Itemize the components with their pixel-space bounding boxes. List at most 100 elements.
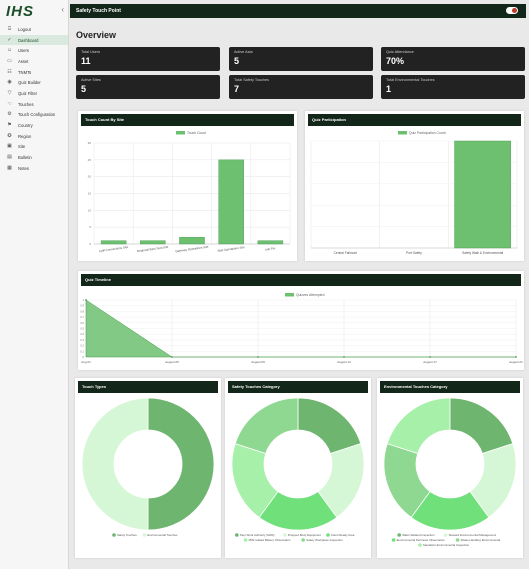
site-icon: ▣ [7, 143, 12, 150]
page-title: Overview [76, 30, 117, 40]
sidebar-item-label: Touch Configuration [18, 112, 56, 118]
sidebar-item-region[interactable]: ✪ Region [0, 131, 68, 142]
safety-category-chart-panel: Safety Touches Category Stop Work Author… [225, 378, 371, 558]
stat-value: 5 [81, 84, 87, 94]
bar [257, 240, 284, 245]
legend-swatch [391, 538, 396, 542]
y-tick-label: 20 [88, 175, 92, 179]
bar [179, 237, 205, 245]
sidebar-item-touch-configuration[interactable]: ⚙ Touch Configuration [0, 110, 68, 121]
app-title: Safety Touch Point [76, 8, 121, 14]
chevron-left-icon[interactable]: ‹ [61, 5, 64, 14]
stat-card: Active Sites 5 [76, 75, 220, 99]
y-tick-label: 25 [88, 158, 92, 162]
y-tick-label: 0.3 [80, 338, 84, 342]
legend-swatch [397, 533, 401, 537]
legend-swatch [326, 533, 330, 537]
dashboard-icon: ✓ [7, 36, 12, 43]
y-tick-label: 15 [88, 192, 92, 196]
sidebar-item-touches[interactable]: ☜ Touches [0, 99, 68, 110]
app-frame: IHS ‹ ⍈ Logout ✓ Dashboard ☺ Users ▭ Asset ☷ TNMT… [0, 0, 529, 569]
legend-label: Sanitation Environmental Inspection [423, 543, 470, 547]
touches-icon: ☜ [7, 100, 12, 107]
sidebar-item-label: Notes [18, 165, 29, 171]
touch-count-chart-panel: Touch Count By Site Touch Count 0 5 10 15 20 2… [78, 111, 297, 261]
sidebar-item-label: TNMTs [18, 69, 32, 75]
theme-toggle[interactable] [506, 7, 518, 14]
stat-value: 1 [386, 84, 392, 94]
y-tick-label: 0.5 [80, 327, 84, 331]
data-point [343, 356, 345, 358]
sidebar-item-dashboard[interactable]: ✓ Dashboard [0, 34, 68, 46]
brand-logo: IHS [6, 2, 35, 20]
x-tick-label: August 09 [251, 360, 265, 364]
y-tick-label: 10 [88, 208, 92, 212]
x-tick-label: Gateway Operations Site [175, 245, 209, 254]
stat-label: Total Environmental Touches [386, 78, 435, 82]
x-tick-label: August 17 [423, 360, 437, 364]
stat-label: Quiz Attendance [386, 50, 414, 54]
top-bar: Safety Touch Point [70, 4, 526, 18]
data-point [171, 356, 173, 358]
legend-swatch [455, 538, 460, 542]
legend-swatch [301, 538, 305, 542]
data-point [515, 356, 517, 358]
environmental-category-chart: Water Related Inspection Steward Environm… [383, 397, 517, 547]
x-tick-label: August 05 [165, 360, 179, 364]
stat-label: Total Users [81, 50, 100, 54]
sidebar-item-tnmts[interactable]: ☷ TNMTs [0, 67, 68, 78]
sidebar-item-quiz-filter[interactable]: ▽ Quiz Filter [0, 88, 68, 99]
sidebar-item-label: Logout [18, 26, 31, 32]
sidebar-item-logout[interactable]: ⍈ Logout [0, 24, 68, 35]
data-point [85, 299, 87, 301]
logout-icon: ⍈ [7, 25, 11, 32]
sidebar-item-asset[interactable]: ▭ Asset [0, 56, 68, 67]
sidebar-item-quiz-builder[interactable]: ◉ Quiz Builder [0, 77, 68, 88]
legend-label: Stop Work Authority (SWA) [240, 533, 275, 537]
y-tick-label: 5 [89, 225, 91, 229]
sidebar-item-country[interactable]: ⚑ Country [0, 120, 68, 131]
filter-icon: ▽ [7, 89, 12, 96]
donut-slice [386, 397, 451, 454]
y-tick-label: 0.4 [80, 332, 84, 336]
donut-slice [297, 397, 362, 454]
data-point [429, 356, 431, 358]
y-tick-label: 0.8 [80, 309, 84, 313]
quiz-timeline-chart-panel: Quiz Timeline Quizzes Attempted 0 0.1 0.2 0.… [78, 271, 524, 370]
legend-label: Steward Environmental Management [449, 533, 497, 537]
x-tick-label: Info Pin [265, 246, 276, 251]
sidebar-item-label: Quiz Builder [18, 80, 41, 86]
bar [100, 240, 127, 245]
sidebar-item-label: Touches [18, 101, 34, 107]
legend-label: Client Ready Area [331, 533, 355, 537]
stat-card: Total Safety Touches 7 [229, 75, 373, 99]
logo: IHS ‹ [0, 0, 68, 22]
y-tick-label: 0.1 [80, 349, 84, 353]
sidebar-item-label: Quiz Filter [18, 90, 38, 96]
donut-slice [234, 397, 299, 454]
stat-card: Total Users 11 [76, 47, 220, 71]
stat-card: Total Environmental Touches 1 [381, 75, 525, 99]
bar [140, 240, 166, 245]
legend-label: Environmental Touches [147, 533, 178, 537]
legend-label: Touch Count [187, 131, 206, 135]
sidebar-item-bulletin[interactable]: ▤ Bulletin [0, 152, 68, 163]
legend-swatch [285, 293, 294, 297]
sidebar-item-site[interactable]: ▣ Site [0, 142, 68, 153]
quiz-timeline-chart: Quizzes Attempted 0 0.10.2 0.3 0.40.5 0.6 0.7 0… [80, 293, 523, 364]
touch-types-chart: Safety Touches Environmental Touches [81, 397, 215, 537]
legend-swatch [283, 533, 287, 537]
x-tick-label: Safety Walk & Environmental [462, 251, 503, 255]
sidebar-item-notes[interactable]: ▦ Notes [0, 163, 68, 174]
legend-label: Quizzes Attempted [296, 293, 325, 297]
donut-slice [147, 397, 215, 531]
sidebar-item-users[interactable]: ☺ Users [0, 45, 68, 56]
legend-swatch [112, 533, 116, 537]
y-tick-label: 0.6 [80, 321, 84, 325]
flag-icon: ⚑ [7, 122, 12, 129]
stat-value: 70% [386, 56, 405, 66]
notes-icon: ▦ [7, 164, 12, 171]
x-tick-label: Port Safety [406, 251, 422, 255]
stat-value: 7 [234, 84, 240, 94]
sidebar-nav: ⍈ Logout ✓ Dashboard ☺ Users ▭ Asset ☷ TNMTs ◉ Quiz… [0, 24, 68, 174]
